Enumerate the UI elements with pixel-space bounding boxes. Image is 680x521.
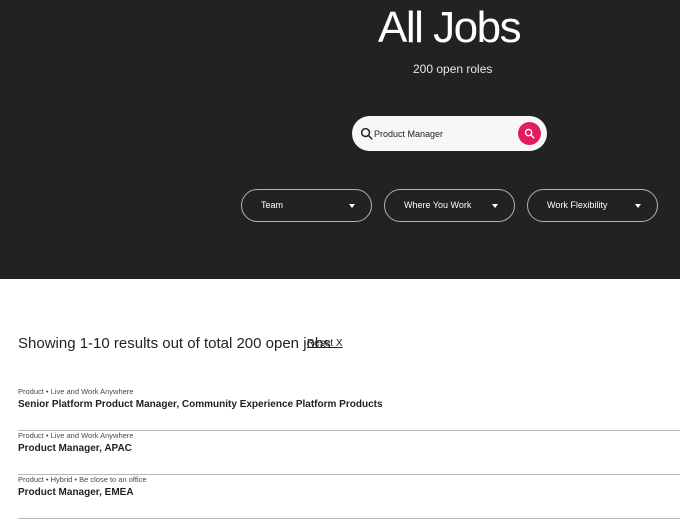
chevron-down-icon	[349, 204, 355, 208]
results-summary: Showing 1-10 results out of total 200 op…	[18, 335, 331, 352]
open-roles-count: 200 open roles	[413, 62, 493, 76]
job-title-link[interactable]: Senior Platform Product Manager, Communi…	[18, 399, 383, 410]
job-meta: Product • Live and Work Anywhere	[18, 387, 134, 396]
page-title: All Jobs	[378, 3, 522, 52]
job-list-item[interactable]: Product • Live and Work Anywhere Senior …	[18, 387, 680, 431]
search-icon	[360, 127, 373, 140]
location-filter-label: Where You Work	[404, 200, 472, 210]
reset-filters-link[interactable]: Reset X	[307, 338, 343, 349]
chevron-down-icon	[492, 204, 498, 208]
hero-banner: All Jobs 200 open roles Team Where You W…	[0, 0, 680, 279]
chevron-down-icon	[635, 204, 641, 208]
team-filter-label: Team	[261, 200, 284, 210]
job-meta: Product • Hybrid • Be close to an office	[18, 475, 147, 484]
job-title-link[interactable]: Product Manager, EMEA	[18, 487, 134, 498]
search-button[interactable]	[518, 122, 541, 145]
search-input[interactable]	[374, 121, 514, 146]
job-list-item[interactable]: Product • Live and Work Anywhere Product…	[18, 431, 680, 475]
work-flexibility-filter-dropdown[interactable]: Work Flexibility	[527, 189, 658, 222]
team-filter-dropdown[interactable]: Team	[241, 189, 372, 222]
search-bar[interactable]	[352, 116, 547, 151]
job-title-link[interactable]: Product Manager, APAC	[18, 443, 132, 454]
search-icon	[524, 128, 535, 139]
job-list-item[interactable]: Product • Hybrid • Be close to an office…	[18, 475, 680, 519]
job-meta: Product • Live and Work Anywhere	[18, 431, 134, 440]
work-flexibility-filter-label: Work Flexibility	[547, 200, 608, 210]
location-filter-dropdown[interactable]: Where You Work	[384, 189, 515, 222]
